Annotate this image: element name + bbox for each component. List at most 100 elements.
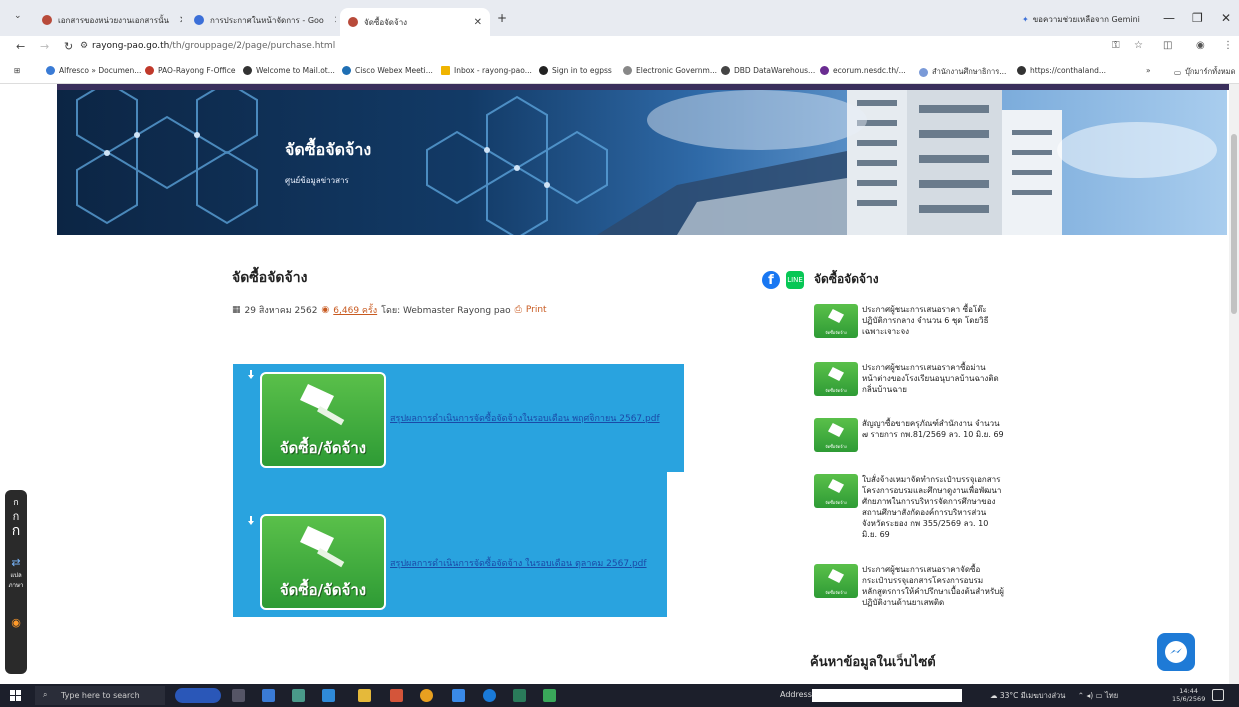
post-meta: ▦ 29 สิงหาคม 2562 ◉ 6,469 ครั้ง โดย: Web… [232, 303, 547, 317]
bookmark-conthaland[interactable]: https://conthaland... [1017, 66, 1106, 75]
bookmark-egpss[interactable]: Sign in to egpss [539, 66, 612, 75]
menu-icon[interactable]: ⋮ [1223, 40, 1233, 51]
file-thumbnail[interactable]: จัดซื้อ/จัดจ้าง [260, 514, 386, 610]
back-icon[interactable]: ← [16, 40, 25, 53]
office-icon[interactable] [390, 689, 403, 702]
file-link[interactable]: สรุปผลการดำเนินการจัดซื้อจัดจ้าง ในรอบเด… [390, 556, 647, 570]
bookmark-inbox[interactable]: Inbox - rayong-pao... [441, 66, 532, 75]
scrollbar-thumb[interactable] [1231, 134, 1237, 314]
contrast-icon[interactable]: ◉ [5, 616, 27, 630]
bookmark-f-office[interactable]: PAO-Rayong F-Office [145, 66, 236, 75]
download-icon[interactable] [247, 516, 255, 526]
store-icon[interactable] [262, 689, 275, 702]
close-tab-icon[interactable]: ✕ [179, 15, 182, 26]
bookmarks-bar: ⊞ Alfresco » Documen... PAO-Rayong F-Off… [0, 58, 1239, 84]
apps-grid-icon[interactable]: ⊞ [14, 66, 20, 75]
bookmark-mail[interactable]: Welcome to Mail.ot... [243, 66, 335, 75]
hero-background-graphic [76, 90, 1217, 235]
site-info-icon[interactable]: ⚙ [80, 41, 88, 51]
app-icon[interactable] [543, 689, 556, 702]
print-link[interactable]: Print [526, 305, 547, 315]
close-tab-icon[interactable]: ✕ [334, 15, 336, 26]
sidebar-item-thumbnail: จัดซื้อจัดจ้าง [814, 564, 858, 598]
sidebar-item[interactable]: จัดซื้อจัดจ้าง ประกาศผู้ชนะการเสนอราคาซื… [814, 362, 1005, 396]
task-view-icon[interactable] [232, 689, 245, 702]
app-icon[interactable] [292, 689, 305, 702]
restore-button[interactable]: ❐ [1192, 11, 1203, 25]
facebook-share-icon[interactable]: f [762, 270, 780, 289]
forward-icon[interactable]: → [40, 40, 49, 53]
font-size-small-button[interactable]: ก [5, 496, 27, 510]
language-indicator[interactable]: ไทย [1105, 691, 1118, 700]
windows-start-icon[interactable] [10, 690, 21, 701]
speaker-icon[interactable]: ◂) [1086, 691, 1093, 700]
clock-date: 15/6/2569 [1172, 695, 1206, 703]
font-size-medium-button[interactable]: ก [5, 510, 27, 524]
tab-google[interactable]: การประกาศในหน้าจัดการ - Goo ✕ [186, 8, 336, 32]
mail-icon[interactable] [322, 689, 335, 702]
reload-icon[interactable]: ↻ [64, 40, 73, 53]
extensions-icon[interactable]: ◫ [1163, 40, 1172, 51]
password-key-icon[interactable]: ⚿ [1112, 40, 1120, 51]
page-scrollbar[interactable] [1229, 84, 1239, 684]
messenger-chat-button[interactable] [1157, 633, 1195, 671]
file-thumbnail[interactable]: จัดซื้อ/จัดจ้าง [260, 372, 386, 468]
gemini-button[interactable]: ✦ ขอความช่วยเหลือจาก Gemini [1022, 13, 1140, 26]
bookmark-label: Welcome to Mail.ot... [256, 66, 335, 75]
translate-label: แปลภาษา [8, 572, 24, 589]
sidebar-item[interactable]: จัดซื้อจัดจ้าง ใบสั่งจ้างเหมาจัดทำกระเป๋… [814, 474, 1005, 540]
chrome-icon[interactable] [420, 689, 433, 702]
browser-tab-bar: ⌄ เอกสารของหน่วยงานเอกสารนั้น ✕ การประกา… [0, 0, 1239, 36]
bookmark-education[interactable]: สำนักงานศึกษาธิการ... [919, 66, 1006, 78]
sidebar-item[interactable]: จัดซื้อจัดจ้าง สัญญาซื้อขายครุภัณฑ์สำนัก… [814, 418, 1005, 452]
bookmark-dbd[interactable]: DBD DataWarehous... [721, 66, 815, 75]
network-icon[interactable]: ▭ [1096, 691, 1103, 700]
bookmark-label: สำนักงานศึกษาธิการ... [932, 67, 1007, 76]
hero-banner: จัดซื้อจัดจ้าง ศูนย์ข้อมูลข่าวสาร [57, 90, 1227, 235]
thumbnail-caption: จัดซื้อ/จัดจ้าง [279, 581, 367, 599]
gemini-label: ขอความช่วยเหลือจาก Gemini [1032, 15, 1140, 24]
address-toolbar-input[interactable] [812, 689, 962, 702]
bookmark-star-icon[interactable]: ☆ [1134, 40, 1143, 51]
tray-chevron-icon[interactable]: ⌃ [1078, 691, 1084, 700]
notifications-icon[interactable] [1212, 689, 1224, 701]
taskbar-clock[interactable]: 14:44 15/6/2569 [1172, 687, 1205, 703]
sidebar-item[interactable]: จัดซื้อจัดจ้าง ประกาศผู้ชนะการเสนอราคา ซ… [814, 304, 1005, 338]
file-link[interactable]: สรุปผลการดำเนินการจัดซื้อจัดจ้างในรอบเดื… [390, 411, 660, 425]
taskbar-search-input[interactable]: ⌕ Type here to search [35, 686, 165, 705]
app-icon[interactable] [452, 689, 465, 702]
translate-icon[interactable]: ⇄ [5, 556, 27, 570]
tab-search-icon[interactable]: ⌄ [14, 11, 22, 21]
excel-icon[interactable] [513, 689, 526, 702]
download-icon[interactable] [247, 370, 255, 380]
print-icon[interactable]: ⎙ [515, 305, 522, 315]
bookmark-icon [919, 67, 928, 77]
url-field[interactable]: rayong-pao.go.th/th/grouppage/2/page/pur… [92, 41, 335, 51]
sidebar-item[interactable]: จัดซื้อจัดจ้าง ประกาศผู้ชนะการเสนอราคาจั… [814, 564, 1005, 608]
close-window-button[interactable]: ✕ [1221, 11, 1231, 25]
sparkle-icon: ✦ [1022, 15, 1029, 24]
tab-documents[interactable]: เอกสารของหน่วยงานเอกสารนั้น ✕ [34, 8, 182, 32]
edge-icon[interactable] [483, 689, 496, 702]
bookmark-webex[interactable]: Cisco Webex Meeti... [342, 66, 433, 75]
all-bookmarks-folder[interactable]: ▭ บุ๊กมาร์กทั้งหมด [1174, 66, 1235, 78]
minimize-button[interactable]: — [1163, 11, 1175, 25]
line-share-icon[interactable]: LINE [786, 270, 804, 289]
weather-text[interactable]: 33°C มีเมฆบางส่วน [1000, 691, 1065, 700]
bookmark-alfresco[interactable]: Alfresco » Documen... [46, 66, 141, 75]
profile-icon[interactable]: ◉ [1196, 40, 1205, 51]
sidebar-item-thumbnail: จัดซื้อจัดจ้าง [814, 418, 858, 452]
tab-purchase[interactable]: จัดซื้อจัดจ้าง ✕ [340, 8, 490, 36]
close-tab-icon[interactable]: ✕ [474, 17, 482, 28]
bookmark-egov[interactable]: Electronic Governm... [623, 66, 717, 75]
tab-label: จัดซื้อจัดจ้าง [364, 17, 408, 27]
new-tab-button[interactable]: + [497, 11, 507, 25]
bookmark-label: DBD DataWarehous... [734, 66, 816, 75]
bookmark-ecorum[interactable]: ecorum.nesdc.th/... [820, 66, 906, 75]
font-size-large-button[interactable]: ก [5, 524, 27, 538]
more-bookmarks-button[interactable]: » [1146, 66, 1151, 75]
gavel-icon [828, 569, 844, 583]
news-widget-icon[interactable] [175, 688, 221, 703]
gavel-icon [300, 384, 345, 426]
file-explorer-icon[interactable] [358, 689, 371, 702]
